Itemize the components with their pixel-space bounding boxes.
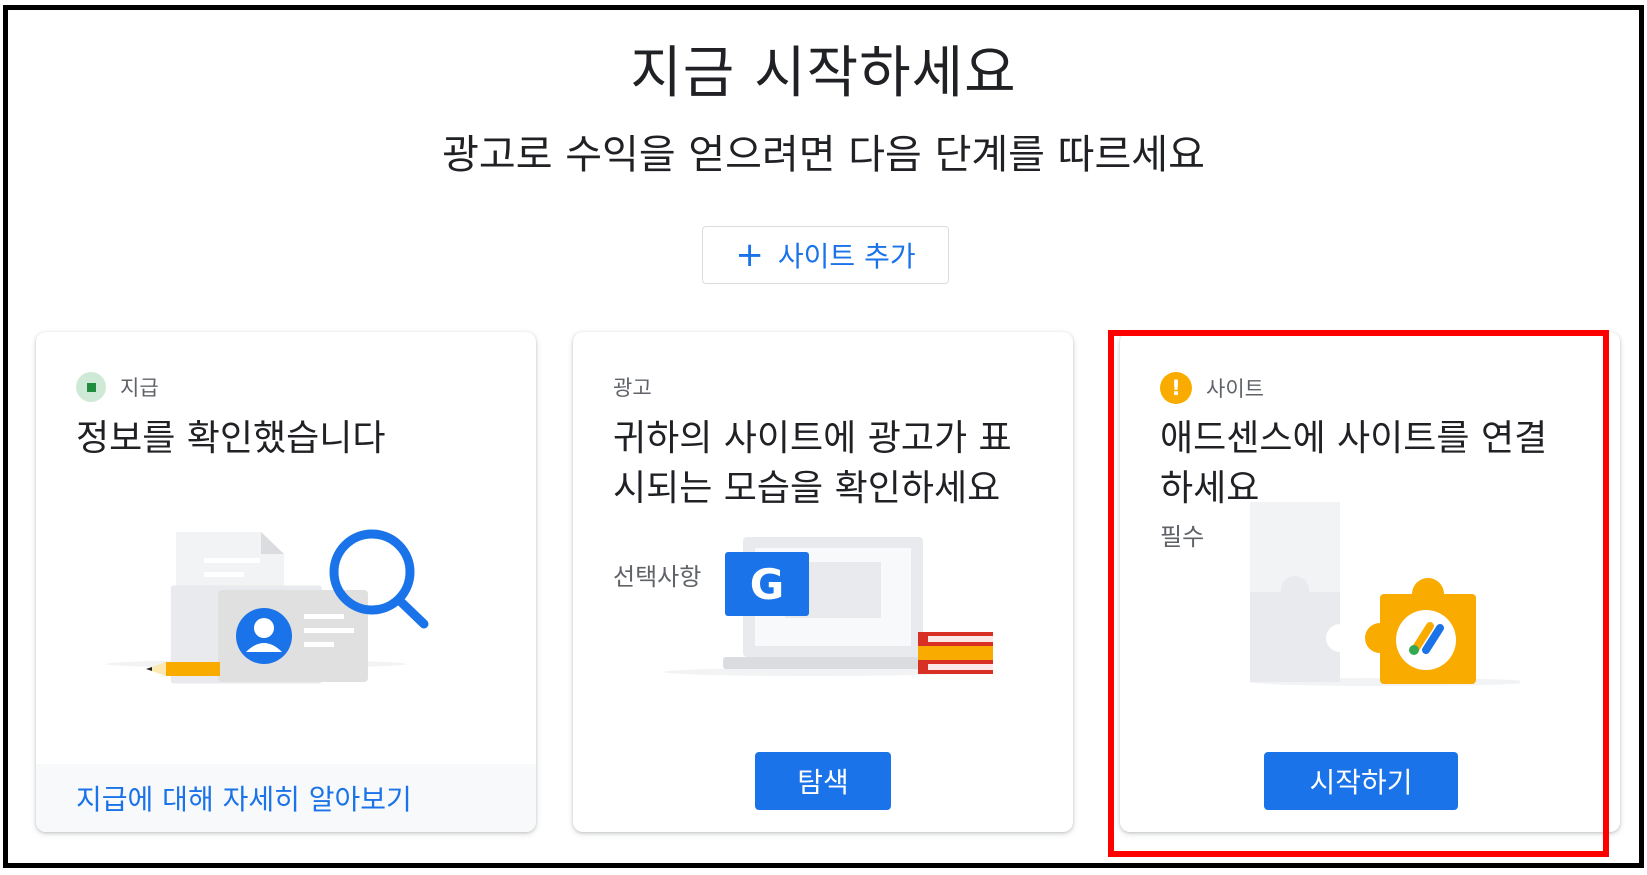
card-eyebrow: ! 사이트 xyxy=(1160,372,1264,404)
warning-icon: ! xyxy=(1160,372,1192,404)
plus-icon: + xyxy=(735,235,764,275)
eyebrow-label: 광고 xyxy=(613,376,652,400)
card-eyebrow: 광고 xyxy=(613,372,652,402)
sites-card: ! 사이트 애드센스에 사이트를 연결하세요 필수 시작하기 xyxy=(1120,332,1620,832)
add-site-label: 사이트 추가 xyxy=(777,240,916,273)
identity-verification-illustration xyxy=(106,529,429,684)
explore-button[interactable]: 탐색 xyxy=(755,752,891,810)
add-site-button[interactable]: + 사이트 추가 xyxy=(702,226,949,284)
card-title: 애드센스에 사이트를 연결하세요 xyxy=(1160,418,1548,509)
laptop-preview-illustration xyxy=(663,537,993,676)
check-square-icon xyxy=(76,372,106,402)
eyebrow-label: 사이트 xyxy=(1206,377,1264,401)
get-started-button[interactable]: 시작하기 xyxy=(1264,752,1458,810)
eyebrow-label: 지급 xyxy=(120,376,159,400)
card-title: 귀하의 사이트에 광고가 표시되는 모습을 확인하세요 xyxy=(613,418,1012,509)
page-frame: 지금 시작하세요 광고로 수익을 얻으려면 다음 단계를 따르세요 + 사이트 … xyxy=(3,5,1644,868)
card-eyebrow: 지급 xyxy=(76,372,159,402)
ads-card: 광고 귀하의 사이트에 광고가 표시되는 모습을 확인하세요 선택사항 G 탐색 xyxy=(573,332,1073,832)
learn-more-payments-link[interactable]: 지급에 대해 자세히 알아보기 xyxy=(36,764,536,832)
puzzle-connect-illustration xyxy=(1250,502,1520,686)
required-label: 필수 xyxy=(1160,523,1205,551)
page-subtitle: 광고로 수익을 얻으려면 다음 단계를 따르세요 xyxy=(442,132,1205,178)
payments-card: 지급 정보를 확인했습니다 지급에 대해 자세히 알아보기 xyxy=(36,332,536,832)
google-g-icon: G xyxy=(725,552,809,616)
page-title: 지금 시작하세요 xyxy=(630,41,1017,106)
card-title: 정보를 확인했습니다 xyxy=(76,418,386,459)
